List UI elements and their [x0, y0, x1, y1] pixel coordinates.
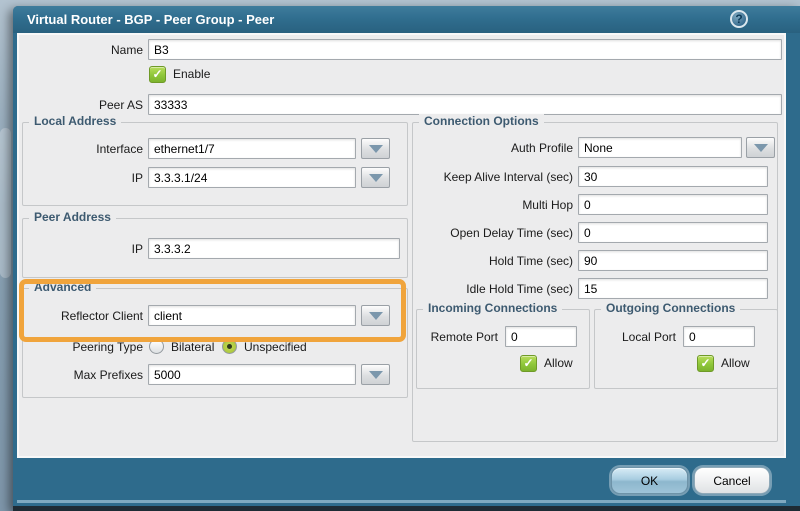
- peering-type-label: Peering Type: [28, 337, 143, 358]
- remote-port-input[interactable]: [505, 326, 577, 347]
- advanced-legend: Advanced: [29, 280, 96, 294]
- local-port-input[interactable]: [683, 326, 755, 347]
- peer-as-input[interactable]: [148, 94, 782, 115]
- chevron-down-icon: [369, 174, 383, 182]
- local-port-label: Local Port: [596, 327, 676, 348]
- open-delay-input[interactable]: [578, 222, 768, 243]
- outgoing-connections-legend: Outgoing Connections: [601, 301, 740, 315]
- help-icon[interactable]: ?: [730, 10, 748, 28]
- reflector-client-label: Reflector Client: [28, 306, 143, 327]
- idle-hold-time-label: Idle Hold Time (sec): [415, 279, 573, 300]
- peer-ip-label: IP: [28, 239, 143, 260]
- local-ip-input[interactable]: [148, 167, 356, 188]
- peering-type-unspecified-label: Unspecified: [244, 337, 316, 358]
- peer-address-legend: Peer Address: [29, 210, 116, 224]
- interface-dropdown-button[interactable]: [361, 138, 390, 159]
- local-address-fieldset: Local Address: [22, 122, 408, 206]
- open-delay-label: Open Delay Time (sec): [415, 223, 573, 244]
- max-prefixes-label: Max Prefixes: [28, 365, 143, 386]
- name-label: Name: [40, 40, 143, 61]
- remote-port-label: Remote Port: [418, 327, 498, 348]
- dialog-titlebar: Virtual Router - BGP - Peer Group - Peer: [13, 6, 800, 33]
- footer-divider: [17, 500, 786, 503]
- idle-hold-time-input[interactable]: [578, 278, 768, 299]
- reflector-client-dropdown-button[interactable]: [361, 305, 390, 326]
- max-prefixes-dropdown-button[interactable]: [361, 364, 390, 385]
- chevron-down-icon: [369, 145, 383, 153]
- outgoing-allow-checkbox[interactable]: [697, 355, 714, 372]
- incoming-connections-legend: Incoming Connections: [423, 301, 562, 315]
- auth-profile-dropdown-button[interactable]: [746, 137, 775, 158]
- cancel-button[interactable]: Cancel: [694, 467, 770, 494]
- peer-as-label: Peer AS: [40, 95, 143, 116]
- local-address-legend: Local Address: [29, 114, 121, 128]
- keep-alive-input[interactable]: [578, 166, 768, 187]
- connection-options-legend: Connection Options: [419, 114, 544, 128]
- reflector-client-input[interactable]: [148, 305, 356, 326]
- max-prefixes-input[interactable]: [148, 364, 356, 385]
- background-artifact: [0, 128, 11, 278]
- incoming-allow-checkbox[interactable]: [520, 355, 537, 372]
- name-input[interactable]: [148, 39, 782, 60]
- peer-ip-input[interactable]: [148, 238, 400, 259]
- hold-time-input[interactable]: [578, 250, 768, 271]
- chevron-down-icon: [369, 371, 383, 379]
- auth-profile-input[interactable]: [578, 137, 742, 158]
- incoming-allow-label: Allow: [544, 353, 588, 374]
- interface-input[interactable]: [148, 138, 356, 159]
- peering-type-radio-bilateral[interactable]: [149, 339, 164, 354]
- outgoing-connections-fieldset: Outgoing Connections: [594, 309, 778, 389]
- outgoing-allow-label: Allow: [721, 353, 765, 374]
- incoming-connections-fieldset: Incoming Connections: [416, 309, 590, 389]
- dialog-bottom-edge: [13, 506, 800, 511]
- local-ip-label: IP: [28, 168, 143, 189]
- local-ip-dropdown-button[interactable]: [361, 167, 390, 188]
- chevron-down-icon: [754, 144, 768, 152]
- ok-button[interactable]: OK: [611, 467, 688, 494]
- enable-checkbox[interactable]: [149, 66, 166, 83]
- keep-alive-label: Keep Alive Interval (sec): [415, 167, 573, 188]
- multi-hop-label: Multi Hop: [415, 195, 573, 216]
- interface-label: Interface: [28, 139, 143, 160]
- peering-type-bilateral-label: Bilateral: [171, 337, 223, 358]
- chevron-down-icon: [369, 312, 383, 320]
- hold-time-label: Hold Time (sec): [415, 251, 573, 272]
- auth-profile-label: Auth Profile: [415, 138, 573, 159]
- multi-hop-input[interactable]: [578, 194, 768, 215]
- peering-type-radio-unspecified[interactable]: [222, 339, 237, 354]
- enable-label: Enable: [173, 64, 233, 85]
- dialog-title: Virtual Router - BGP - Peer Group - Peer: [27, 12, 274, 27]
